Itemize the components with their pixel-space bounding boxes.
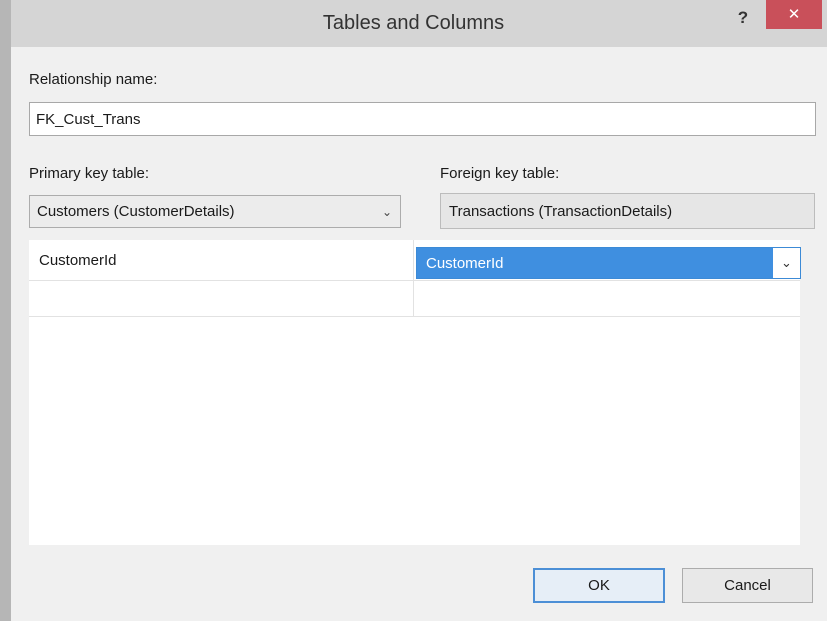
primary-column-cell[interactable]: CustomerId [29,240,414,281]
primary-key-table-label: Primary key table: [29,165,150,182]
primary-column-value: CustomerId [39,252,117,269]
foreign-column-selected-value: CustomerId [417,248,773,278]
chevron-down-icon: ⌄ [381,204,392,219]
cancel-button[interactable]: Cancel [682,568,813,603]
relationship-name-value: FK_Cust_Trans [36,110,141,128]
relationship-name-input[interactable]: FK_Cust_Trans [29,102,816,136]
foreign-column-select[interactable]: CustomerId ⌄ [416,247,801,279]
foreign-key-table-label: Foreign key table: [440,165,560,182]
column-mapping-grid: CustomerId [29,240,800,545]
title-bar: Tables and Columns ? ✕ [0,0,827,47]
tables-and-columns-dialog: Tables and Columns ? ✕ Relationship name… [0,0,827,621]
cancel-button-label: Cancel [724,577,771,594]
ok-button-label: OK [588,577,610,594]
primary-column-cell[interactable] [29,281,414,317]
foreign-key-table-field: Transactions (TransactionDetails) [440,193,815,229]
close-button[interactable]: ✕ [766,0,822,29]
primary-key-table-value: Customers (CustomerDetails) [37,203,235,220]
grid-row [29,281,800,317]
chevron-down-icon[interactable]: ⌄ [773,248,800,278]
close-icon: ✕ [787,6,801,23]
relationship-name-label: Relationship name: [29,71,158,88]
ok-button[interactable]: OK [533,568,665,603]
primary-key-table-select[interactable]: Customers (CustomerDetails) ⌄ [29,195,401,228]
help-button[interactable]: ? [733,4,753,32]
foreign-column-cell[interactable] [414,281,800,317]
dialog-title: Tables and Columns [322,12,505,34]
foreign-key-table-value: Transactions (TransactionDetails) [449,202,673,220]
window-frame-left [0,0,11,621]
